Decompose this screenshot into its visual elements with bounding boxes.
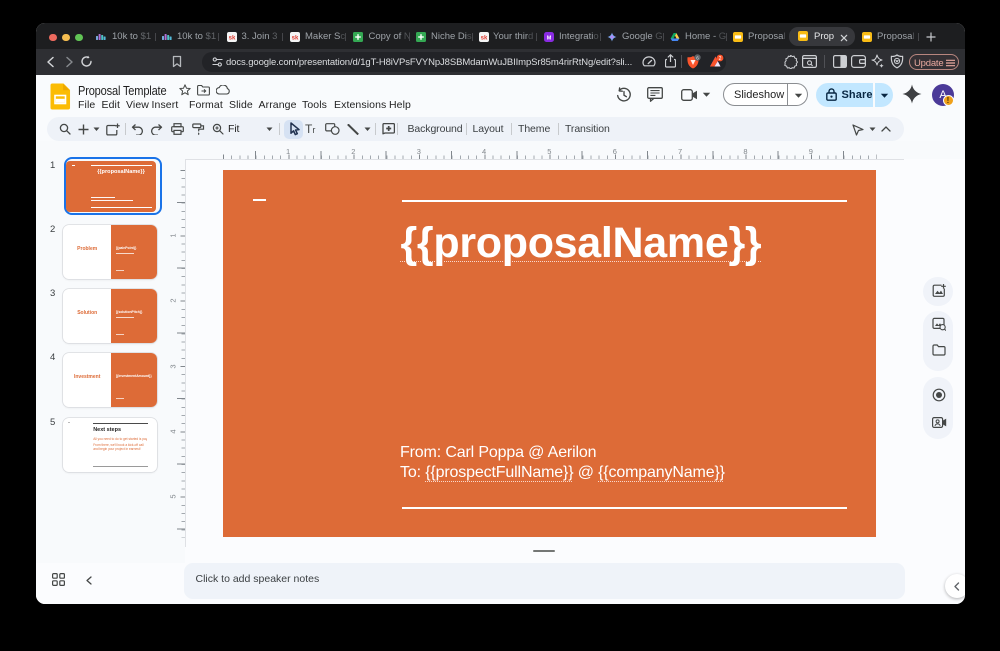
svg-text:M: M — [547, 35, 552, 41]
svg-text:2: 2 — [719, 56, 722, 62]
svg-text:sk: sk — [292, 35, 299, 41]
svg-text:sk: sk — [481, 35, 488, 41]
svg-text:sk: sk — [228, 35, 235, 41]
